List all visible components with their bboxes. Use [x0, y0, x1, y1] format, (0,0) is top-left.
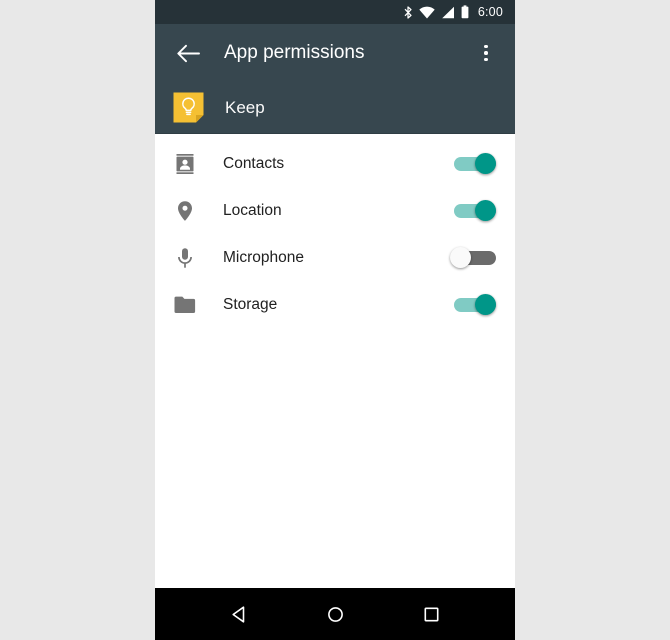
nav-back-icon[interactable] — [217, 592, 261, 636]
wifi-icon — [419, 6, 435, 19]
cellular-signal-icon — [441, 6, 455, 19]
battery-icon — [461, 5, 469, 19]
overflow-dot — [484, 44, 488, 49]
contacts-icon — [172, 151, 198, 177]
page-title: App permissions — [224, 42, 365, 63]
microphone-icon — [172, 245, 198, 271]
folder-icon — [172, 292, 198, 318]
status-clock: 6:00 — [477, 5, 503, 19]
permission-toggle-storage[interactable] — [450, 293, 496, 316]
permission-label: Microphone — [223, 248, 304, 266]
app-name-label: Keep — [225, 97, 265, 117]
nav-home-icon[interactable] — [313, 592, 357, 636]
keep-app-icon — [172, 91, 205, 124]
permission-toggle-microphone[interactable] — [450, 246, 496, 269]
permission-row-contacts[interactable]: Contacts — [155, 140, 515, 187]
app-bar: App permissions — [155, 24, 515, 82]
toggle-thumb — [475, 293, 496, 315]
location-pin-icon — [172, 198, 198, 224]
toggle-thumb — [450, 246, 471, 268]
toggle-thumb — [475, 199, 496, 221]
app-header: Keep — [155, 82, 515, 134]
nav-recents-icon[interactable] — [409, 592, 453, 636]
overflow-dot — [484, 51, 488, 55]
back-arrow-icon[interactable] — [171, 36, 205, 70]
permission-row-microphone[interactable]: Microphone — [155, 234, 515, 281]
permission-label: Storage — [223, 295, 278, 313]
overflow-menu-icon[interactable] — [471, 36, 501, 70]
permission-toggle-contacts[interactable] — [450, 152, 496, 175]
permission-toggle-location[interactable] — [450, 199, 496, 222]
bluetooth-icon — [404, 5, 413, 19]
toggle-thumb — [475, 152, 496, 174]
permission-list: Contacts Location Microphone Storage — [155, 134, 515, 328]
permission-row-location[interactable]: Location — [155, 187, 515, 234]
navigation-bar — [155, 588, 515, 640]
permission-label: Contacts — [223, 154, 285, 172]
status-bar: 6:00 — [155, 0, 515, 24]
overflow-dot — [484, 57, 488, 62]
phone-screen: 6:00 App permissions Keep Contacts Locat… — [155, 0, 515, 640]
permission-label: Location — [223, 201, 282, 219]
permission-row-storage[interactable]: Storage — [155, 281, 515, 328]
